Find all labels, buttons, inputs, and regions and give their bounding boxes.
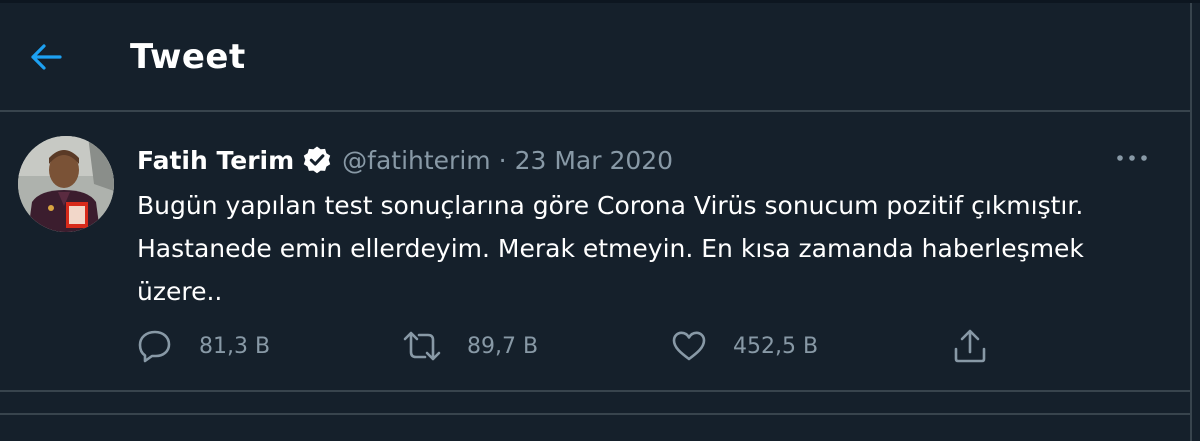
page-title: Tweet bbox=[130, 37, 246, 77]
share-icon bbox=[954, 329, 986, 363]
column-border bbox=[1190, 3, 1192, 441]
reply-icon bbox=[138, 330, 171, 363]
share-button[interactable] bbox=[952, 326, 988, 366]
retweet-icon bbox=[403, 331, 441, 361]
avatar-photo bbox=[18, 136, 114, 232]
tweet-detail-screen: Tweet Fatih Terim @fatihterim · 23 Mar 2… bbox=[0, 0, 1200, 441]
heart-icon bbox=[672, 331, 706, 361]
meta-separator: · bbox=[498, 145, 507, 175]
arrow-left-icon bbox=[31, 44, 62, 70]
retweet-button[interactable]: 89,7 B bbox=[403, 326, 538, 366]
retweet-count: 89,7 B bbox=[467, 333, 539, 359]
tweet-author-line: Fatih Terim @fatihterim · 23 Mar 2020 bbox=[137, 142, 673, 178]
tweet[interactable]: Fatih Terim @fatihterim · 23 Mar 2020 Bu… bbox=[0, 112, 1190, 392]
like-count: 452,5 B bbox=[733, 333, 819, 359]
verified-badge-icon bbox=[302, 145, 332, 175]
reply-count: 81,3 B bbox=[199, 333, 271, 359]
divider bbox=[0, 413, 1190, 415]
tweet-actions: 81,3 B 89,7 B 452,5 B bbox=[137, 326, 1017, 366]
back-button[interactable] bbox=[22, 33, 70, 81]
avatar[interactable] bbox=[18, 136, 114, 232]
tweet-text: Bugün yapılan test sonuçlarına göre Coro… bbox=[137, 191, 1084, 306]
author-display-name[interactable]: Fatih Terim bbox=[137, 146, 294, 175]
reply-button[interactable]: 81,3 B bbox=[137, 326, 270, 366]
more-options-button[interactable] bbox=[1114, 146, 1150, 170]
author-handle[interactable]: @fatihterim bbox=[342, 146, 490, 175]
page-header: Tweet bbox=[0, 3, 1190, 112]
like-button[interactable]: 452,5 B bbox=[671, 326, 818, 366]
more-options-icon bbox=[1117, 155, 1147, 161]
tweet-date[interactable]: 23 Mar 2020 bbox=[515, 146, 674, 175]
